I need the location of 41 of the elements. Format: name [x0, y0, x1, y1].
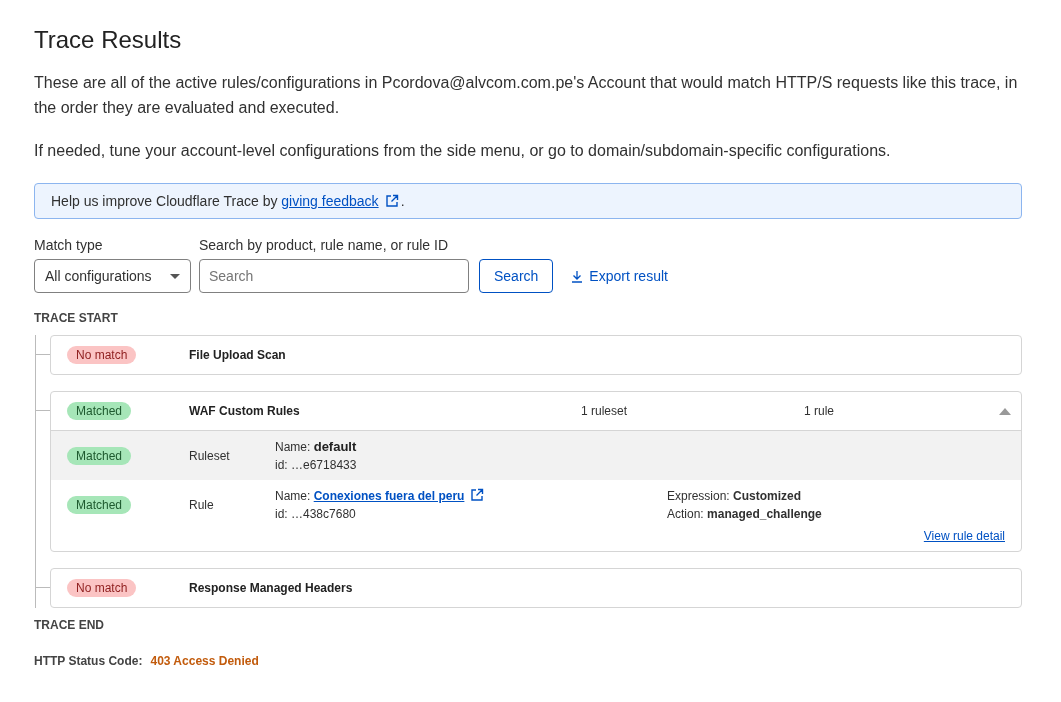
banner-end-text: .: [400, 193, 405, 209]
status-badge: Matched: [67, 446, 132, 465]
field-label: Search by product, rule name, or rule ID: [199, 237, 449, 253]
step-name: Response Managed Headers: [189, 581, 354, 595]
detail-name: Name: default: [275, 439, 358, 454]
action-text: Action: managed_challenge: [667, 506, 823, 521]
trace-start-label: TRACE START: [34, 311, 119, 325]
description-text: These are all of the active rules/configurations in Pcordova@alvcom.com.pe's Account that would match HTTP/S requests like this trace, in the order they are evaluated and executed.: [34, 73, 1019, 118]
description-text: If needed, tune your account-level configurations from the side menu, or go to domain/subdomain-specific configurations.: [34, 141, 892, 161]
download-icon: [571, 269, 584, 283]
step-name: File Upload Scan: [189, 348, 287, 362]
detail-type: Rule: [189, 497, 215, 512]
banner-text: Help us improve Cloudflare Trace by: [51, 193, 279, 209]
status-badge: Matched: [67, 402, 132, 420]
rule-link[interactable]: Conexiones fuera del peru: [313, 489, 465, 503]
detail-name: Name: Conexiones fuera del peru: [275, 488, 667, 503]
trace-end-label: TRACE END: [34, 618, 105, 632]
search-button[interactable]: Search: [479, 259, 554, 293]
detail-type: Ruleset: [189, 448, 231, 463]
export-link[interactable]: Export result: [571, 259, 668, 293]
status-badge: Matched: [67, 495, 132, 514]
status-value: 403 Access Denied: [150, 654, 259, 668]
caret-icon: [170, 273, 180, 279]
step-name: WAF Custom Rules: [189, 404, 301, 418]
view-rule-detail-link[interactable]: View rule detail: [923, 529, 1005, 543]
expression-text: Expression: Customized: [667, 488, 803, 503]
rule-count: 1 rule: [804, 404, 836, 418]
detail-id: id: …e6718433: [275, 458, 358, 472]
field-label: Match type: [34, 237, 104, 253]
feedback-link[interactable]: giving feedback: [281, 193, 379, 209]
status-badge: No match: [67, 579, 137, 597]
status-badge: No match: [67, 346, 137, 364]
search-field[interactable]: Search: [199, 259, 469, 293]
collapse-icon[interactable]: [999, 407, 1011, 415]
external-link-icon[interactable]: [384, 194, 399, 208]
ruleset-count: 1 ruleset: [581, 404, 629, 418]
page-title: Trace Results: [34, 26, 183, 54]
status-label: HTTP Status Code:: [34, 654, 143, 668]
match-type-dropdown[interactable]: All configurations: [34, 259, 191, 293]
detail-id: id: …438c7680: [275, 507, 357, 521]
external-link-icon[interactable]: [470, 488, 485, 502]
